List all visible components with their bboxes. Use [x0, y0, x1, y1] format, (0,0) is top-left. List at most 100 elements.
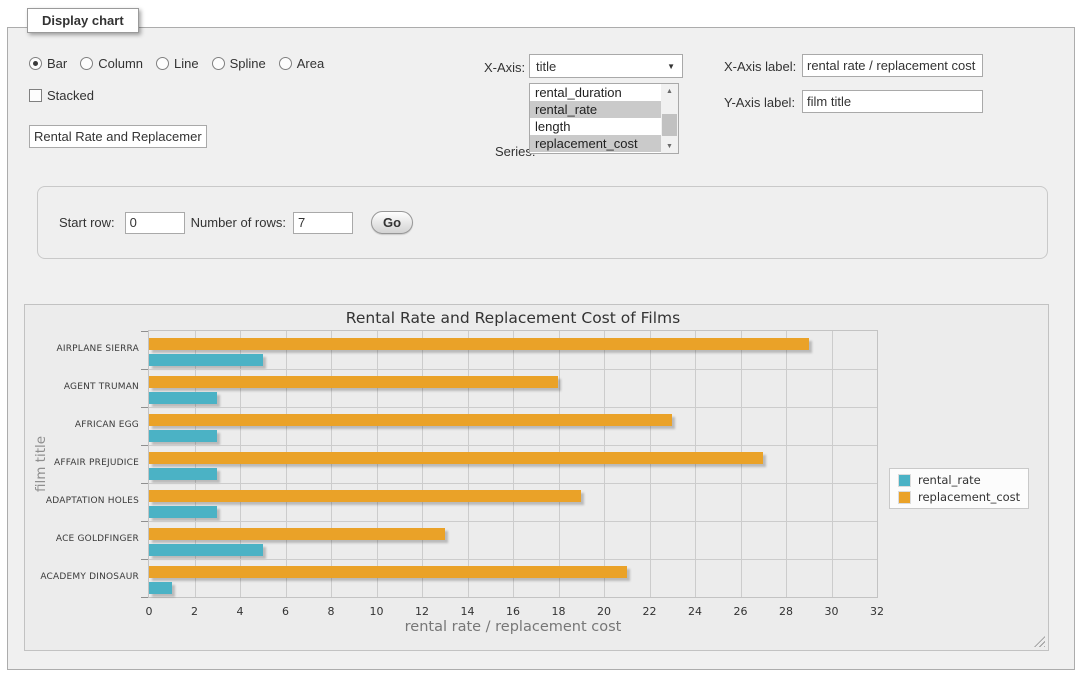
scrollbar-thumb[interactable]: [662, 114, 677, 136]
stacked-checkbox[interactable]: Stacked: [29, 88, 94, 103]
bar-rental-rate[interactable]: [149, 544, 263, 556]
y-tickmark: [141, 597, 148, 598]
y-tickmark: [141, 483, 148, 484]
bar-replacement-cost[interactable]: [149, 490, 581, 502]
bar-rental-rate[interactable]: [149, 430, 217, 442]
legend-swatch-icon: [898, 474, 911, 487]
gridline-vertical: [695, 331, 696, 597]
bar-rental-rate[interactable]: [149, 582, 172, 594]
category-label: AIRPLANE SIERRA: [25, 344, 139, 354]
radio-line-label: Line: [174, 56, 199, 71]
bar-rental-rate[interactable]: [149, 506, 217, 518]
radio-area[interactable]: Area: [279, 56, 324, 71]
scroll-down-icon[interactable]: ▼: [661, 139, 678, 153]
gridline-horizontal: [149, 483, 877, 484]
x-axis-select-label: X-Axis:: [484, 60, 525, 75]
bar-replacement-cost[interactable]: [149, 452, 763, 464]
gridline-vertical: [650, 331, 651, 597]
bar-rental-rate[interactable]: [149, 354, 263, 366]
gridline-vertical: [331, 331, 332, 597]
row-range-box: Start row: Number of rows: Go: [37, 186, 1048, 259]
series-scrollbar[interactable]: ▲ ▼: [661, 84, 678, 153]
gridline-vertical: [286, 331, 287, 597]
gridline-vertical: [786, 331, 787, 597]
y-tickmark: [141, 445, 148, 446]
gridline-horizontal: [149, 407, 877, 408]
panel-title: Display chart: [27, 8, 139, 33]
x-tick-label: 6: [271, 605, 301, 618]
radio-column-label: Column: [98, 56, 143, 71]
x-tick-label: 0: [134, 605, 164, 618]
radio-checked-icon: [29, 57, 42, 70]
checkbox-icon: [29, 89, 42, 102]
legend-item: replacement_cost: [898, 490, 1020, 504]
gridline-vertical: [832, 331, 833, 597]
radio-icon: [212, 57, 225, 70]
y-axis-title: film title: [33, 404, 49, 524]
radio-spline[interactable]: Spline: [212, 56, 266, 71]
gridline-vertical: [195, 331, 196, 597]
start-row-input[interactable]: [125, 212, 185, 234]
y-tickmark: [141, 331, 148, 332]
legend-label: rental_rate: [918, 473, 981, 487]
stacked-label: Stacked: [47, 88, 94, 103]
radio-bar-label: Bar: [47, 56, 67, 71]
bar-replacement-cost[interactable]: [149, 414, 672, 426]
gridline-vertical: [513, 331, 514, 597]
bar-rental-rate[interactable]: [149, 392, 217, 404]
series-option[interactable]: rental_duration: [530, 84, 678, 101]
x-tick-label: 30: [817, 605, 847, 618]
radio-icon: [80, 57, 93, 70]
radio-column[interactable]: Column: [80, 56, 143, 71]
stacked-row: Stacked: [29, 88, 94, 103]
gridline-horizontal: [149, 559, 877, 560]
bar-replacement-cost[interactable]: [149, 566, 627, 578]
legend-swatch-icon: [898, 491, 911, 504]
series-options: rental_durationrental_ratelengthreplacem…: [530, 84, 678, 152]
chart-area: Rental Rate and Replacement Cost of Film…: [25, 305, 1048, 650]
radio-icon: [279, 57, 292, 70]
num-rows-input[interactable]: [293, 212, 353, 234]
x-tick-label: 8: [316, 605, 346, 618]
category-label: ACE GOLDFINGER: [25, 534, 139, 544]
x-axis-select[interactable]: title ▼: [529, 54, 683, 78]
gridline-vertical: [240, 331, 241, 597]
x-tick-label: 32: [862, 605, 892, 618]
chart-title: Rental Rate and Replacement Cost of Film…: [149, 309, 877, 327]
x-tick-label: 20: [589, 605, 619, 618]
x-tick-label: 4: [225, 605, 255, 618]
series-listbox[interactable]: rental_durationrental_ratelengthreplacem…: [529, 83, 679, 154]
chart-legend: rental_rate replacement_cost: [889, 468, 1029, 509]
gridline-vertical: [559, 331, 560, 597]
series-option[interactable]: length: [530, 118, 678, 135]
gridline-horizontal: [149, 369, 877, 370]
num-rows-label: Number of rows:: [191, 215, 286, 230]
x-tick-label: 12: [407, 605, 437, 618]
x-tick-label: 16: [498, 605, 528, 618]
gridline-vertical: [422, 331, 423, 597]
gridline-vertical: [741, 331, 742, 597]
category-label: ACADEMY DINOSAUR: [25, 572, 139, 582]
x-tick-label: 22: [635, 605, 665, 618]
y-tickmark: [141, 369, 148, 370]
gridline-vertical: [377, 331, 378, 597]
gridline-vertical: [604, 331, 605, 597]
y-axis-label-text: Y-Axis label:: [724, 95, 795, 110]
bar-replacement-cost[interactable]: [149, 376, 558, 388]
radio-line[interactable]: Line: [156, 56, 199, 71]
series-option[interactable]: rental_rate: [530, 101, 678, 118]
chart-title-input[interactable]: [29, 125, 207, 148]
go-button[interactable]: Go: [371, 211, 413, 234]
y-axis-label-input[interactable]: [802, 90, 983, 113]
bar-replacement-cost[interactable]: [149, 528, 445, 540]
series-option[interactable]: replacement_cost: [530, 135, 678, 152]
gridline-horizontal: [149, 521, 877, 522]
bar-replacement-cost[interactable]: [149, 338, 809, 350]
bar-rental-rate[interactable]: [149, 468, 217, 480]
x-axis-label-input[interactable]: [802, 54, 983, 77]
x-tick-label: 14: [453, 605, 483, 618]
x-tick-label: 10: [362, 605, 392, 618]
x-tick-label: 24: [680, 605, 710, 618]
radio-bar[interactable]: Bar: [29, 56, 67, 71]
scroll-up-icon[interactable]: ▲: [661, 84, 678, 98]
